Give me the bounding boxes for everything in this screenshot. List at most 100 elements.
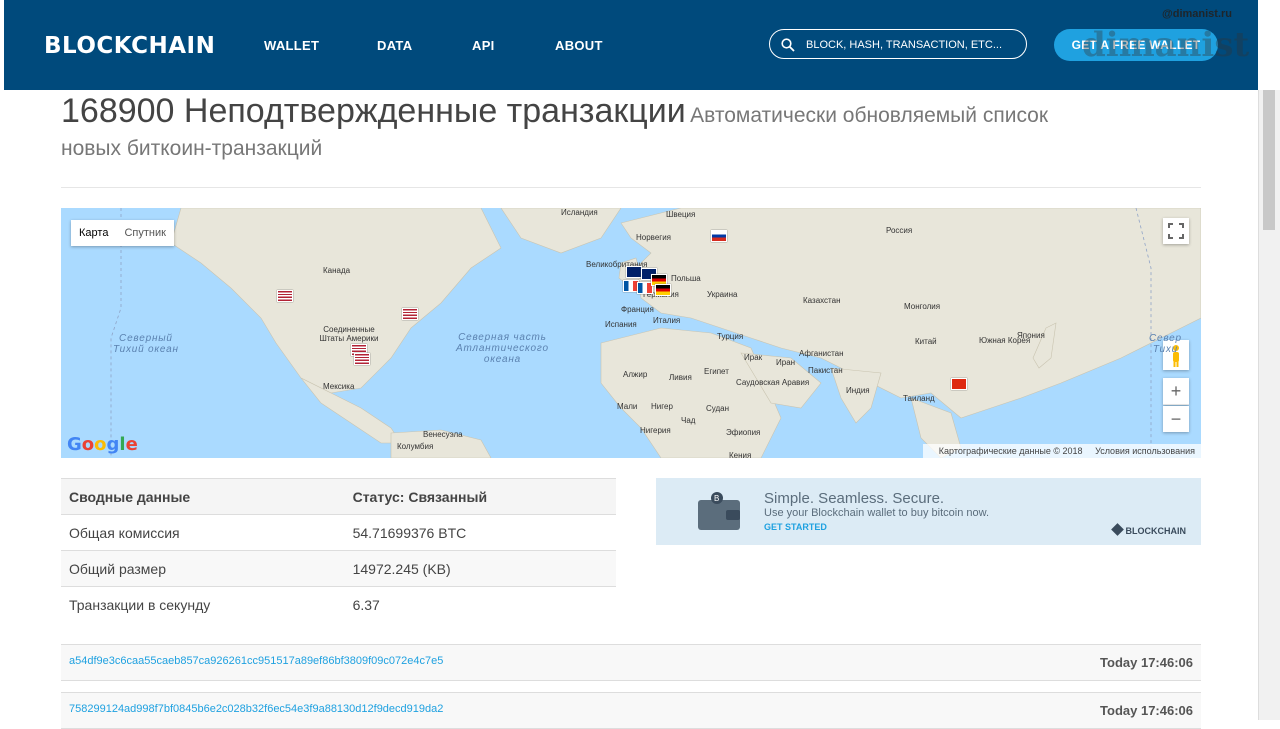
nav-about-link[interactable]: ABOUT — [555, 38, 603, 53]
map-country-label: Алжир — [623, 370, 648, 379]
summary-label-fee: Общая комиссия — [61, 514, 345, 551]
map-country-label: Таиланд — [903, 394, 935, 403]
transaction-row: a54df9e3c6caa55caeb857ca926261cc951517a8… — [61, 644, 1201, 681]
watermark-top-text: @dimanist.ru — [1162, 8, 1232, 20]
map-country-label: Чад — [681, 416, 696, 425]
watermark-main-text: dimanist — [1082, 25, 1249, 65]
ad-brand-text: BLOCKCHAIN — [1125, 526, 1187, 536]
ocean-label-atlantic-line3: океана — [483, 354, 522, 365]
summary-header-row: Сводные данные Статус: Связанный — [61, 478, 616, 515]
summary-label-tps: Транзакции в секунду — [61, 586, 345, 622]
map-country-label: Китай — [915, 337, 937, 346]
map-country-label: Пакистан — [808, 366, 843, 375]
flag-marker-hong-kong[interactable] — [951, 378, 967, 390]
ocean-label-pacific-east-line2: Тихи — [1152, 344, 1178, 355]
flag-marker-germany[interactable] — [655, 284, 671, 296]
ad-get-started-link[interactable]: GET STARTED — [764, 522, 827, 532]
map-type-toggle: Карта Спутник — [71, 220, 174, 246]
fullscreen-icon — [1168, 223, 1184, 239]
ocean-label-atlantic: Северная часть Атлантического океана — [456, 332, 549, 365]
map-attribution-text: Картографические данные © 2018 — [938, 446, 1083, 456]
map-country-label: Колумбия — [397, 442, 434, 451]
transaction-hash-link[interactable]: a54df9e3c6caa55caeb857ca926261cc951517a8… — [69, 655, 443, 667]
transaction-time: Today 17:46:06 — [1100, 703, 1193, 718]
ad-headline: Simple. Seamless. Secure. — [764, 490, 945, 507]
zoom-out-button[interactable]: − — [1163, 406, 1189, 432]
map-country-label: Россия — [886, 226, 913, 235]
flag-marker-us[interactable] — [402, 308, 418, 320]
blockchain-logo[interactable]: BLOCKCHAIN — [44, 33, 215, 59]
map-country-label: Польша — [671, 274, 701, 283]
ocean-label-pacific-east: Север Тихи — [1149, 333, 1182, 355]
map-country-label: Турция — [717, 332, 744, 341]
map-country-label: Южная Корея — [979, 336, 1031, 345]
nav-api-link[interactable]: API — [472, 38, 495, 53]
map-type-map-tab[interactable]: Карта — [71, 220, 116, 246]
map-type-satellite-tab[interactable]: Спутник — [116, 220, 173, 246]
map-country-label: Соединенные Штаты Америки — [319, 325, 379, 343]
summary-value-tps: 6.37 — [344, 586, 616, 622]
ad-brand-icon — [1110, 523, 1124, 536]
map-country-label: Норвегия — [636, 233, 672, 242]
summary-header-status: Статус: Связанный — [344, 478, 616, 515]
fullscreen-button[interactable] — [1163, 218, 1189, 244]
watermark-logo: @dimanist.ru dimanist — [1082, 8, 1249, 65]
map-country-label: Нигер — [651, 402, 673, 411]
map-country-label: Ирак — [744, 353, 763, 362]
map-country-label: Канада — [323, 266, 351, 275]
flag-marker-uk[interactable] — [626, 266, 642, 278]
divider — [61, 187, 1201, 188]
summary-row: Транзакции в секунду 6.37 — [61, 586, 616, 622]
google-logo-letter: g — [106, 434, 120, 455]
zoom-in-button[interactable]: + — [1163, 378, 1189, 405]
nav-data-link[interactable]: DATA — [377, 38, 412, 53]
google-logo-letter: e — [125, 434, 138, 455]
flag-marker-us[interactable] — [277, 290, 293, 302]
scrollbar-thumb[interactable] — [1263, 90, 1275, 230]
ocean-label-atlantic-line1: Северная часть — [458, 332, 547, 343]
nav-wallet-link[interactable]: WALLET — [264, 38, 319, 53]
map-country-label: Мексика — [323, 382, 355, 391]
google-logo-letter: o — [81, 434, 95, 455]
ocean-label-atlantic-line2: Атлантического — [456, 343, 549, 354]
search-icon — [781, 38, 795, 52]
blockchain-ad-banner[interactable]: B Simple. Seamless. Secure. Use your Blo… — [656, 478, 1201, 545]
wallet-icon: B — [698, 492, 740, 530]
google-logo: Google — [67, 434, 138, 455]
map-country-label: Мали — [617, 402, 638, 411]
map-attribution: Картографические данные © 2018 Условия и… — [922, 444, 1201, 458]
summary-value-fee: 54.71699376 BTC — [344, 514, 616, 551]
page-subtitle-part2: новых биткоин-транзакций — [61, 137, 323, 160]
search-input[interactable] — [804, 35, 1018, 55]
page-scrollbar[interactable] — [1258, 90, 1280, 720]
transaction-time: Today 17:46:06 — [1100, 655, 1193, 670]
world-map[interactable]: Карта Спутник + − Google Картографически… — [61, 208, 1201, 458]
map-country-label: Казахстан — [803, 296, 841, 305]
transaction-hash-link[interactable]: 758299124ad998f7bf0845b6e2c028b32f6ec54e… — [69, 703, 443, 715]
map-country-label: Монголия — [904, 302, 941, 311]
map-country-label: Индия — [846, 386, 870, 395]
google-logo-letter: G — [67, 434, 82, 455]
summary-label-size: Общий размер — [61, 550, 345, 587]
map-country-label: Франция — [621, 305, 654, 314]
ad-brand: BLOCKCHAIN — [1110, 523, 1187, 536]
page-subtitle-part1: Автоматически обновляемый список — [690, 104, 1049, 127]
ocean-label-pacific-east-line1: Север — [1149, 333, 1182, 344]
page-title-main: 168900 Неподтвержденные транзакции — [61, 92, 686, 130]
map-country-label: Венесуэла — [423, 430, 463, 439]
map-country-label: Саудовская Аравия — [736, 378, 810, 387]
search-box[interactable] — [769, 29, 1027, 59]
map-country-label: Иран — [776, 358, 796, 367]
map-terms-link[interactable]: Условия использования — [1095, 446, 1195, 456]
map-country-label: Судан — [706, 404, 730, 413]
top-navbar: BLOCKCHAIN WALLET DATA API ABOUT GET A F… — [4, 0, 1258, 90]
svg-text:B: B — [714, 494, 719, 503]
map-country-label: Нигерия — [640, 426, 671, 435]
map-country-label: Испания — [605, 320, 637, 329]
ad-subtext: Use your Blockchain wallet to buy bitcoi… — [764, 507, 990, 519]
summary-value-size: 14972.245 (KB) — [344, 550, 616, 587]
map-country-label: Украина — [707, 290, 738, 299]
flag-marker-russia[interactable] — [711, 230, 727, 242]
flag-marker-us[interactable] — [354, 353, 370, 365]
map-country-label: Эфиопия — [726, 428, 761, 437]
